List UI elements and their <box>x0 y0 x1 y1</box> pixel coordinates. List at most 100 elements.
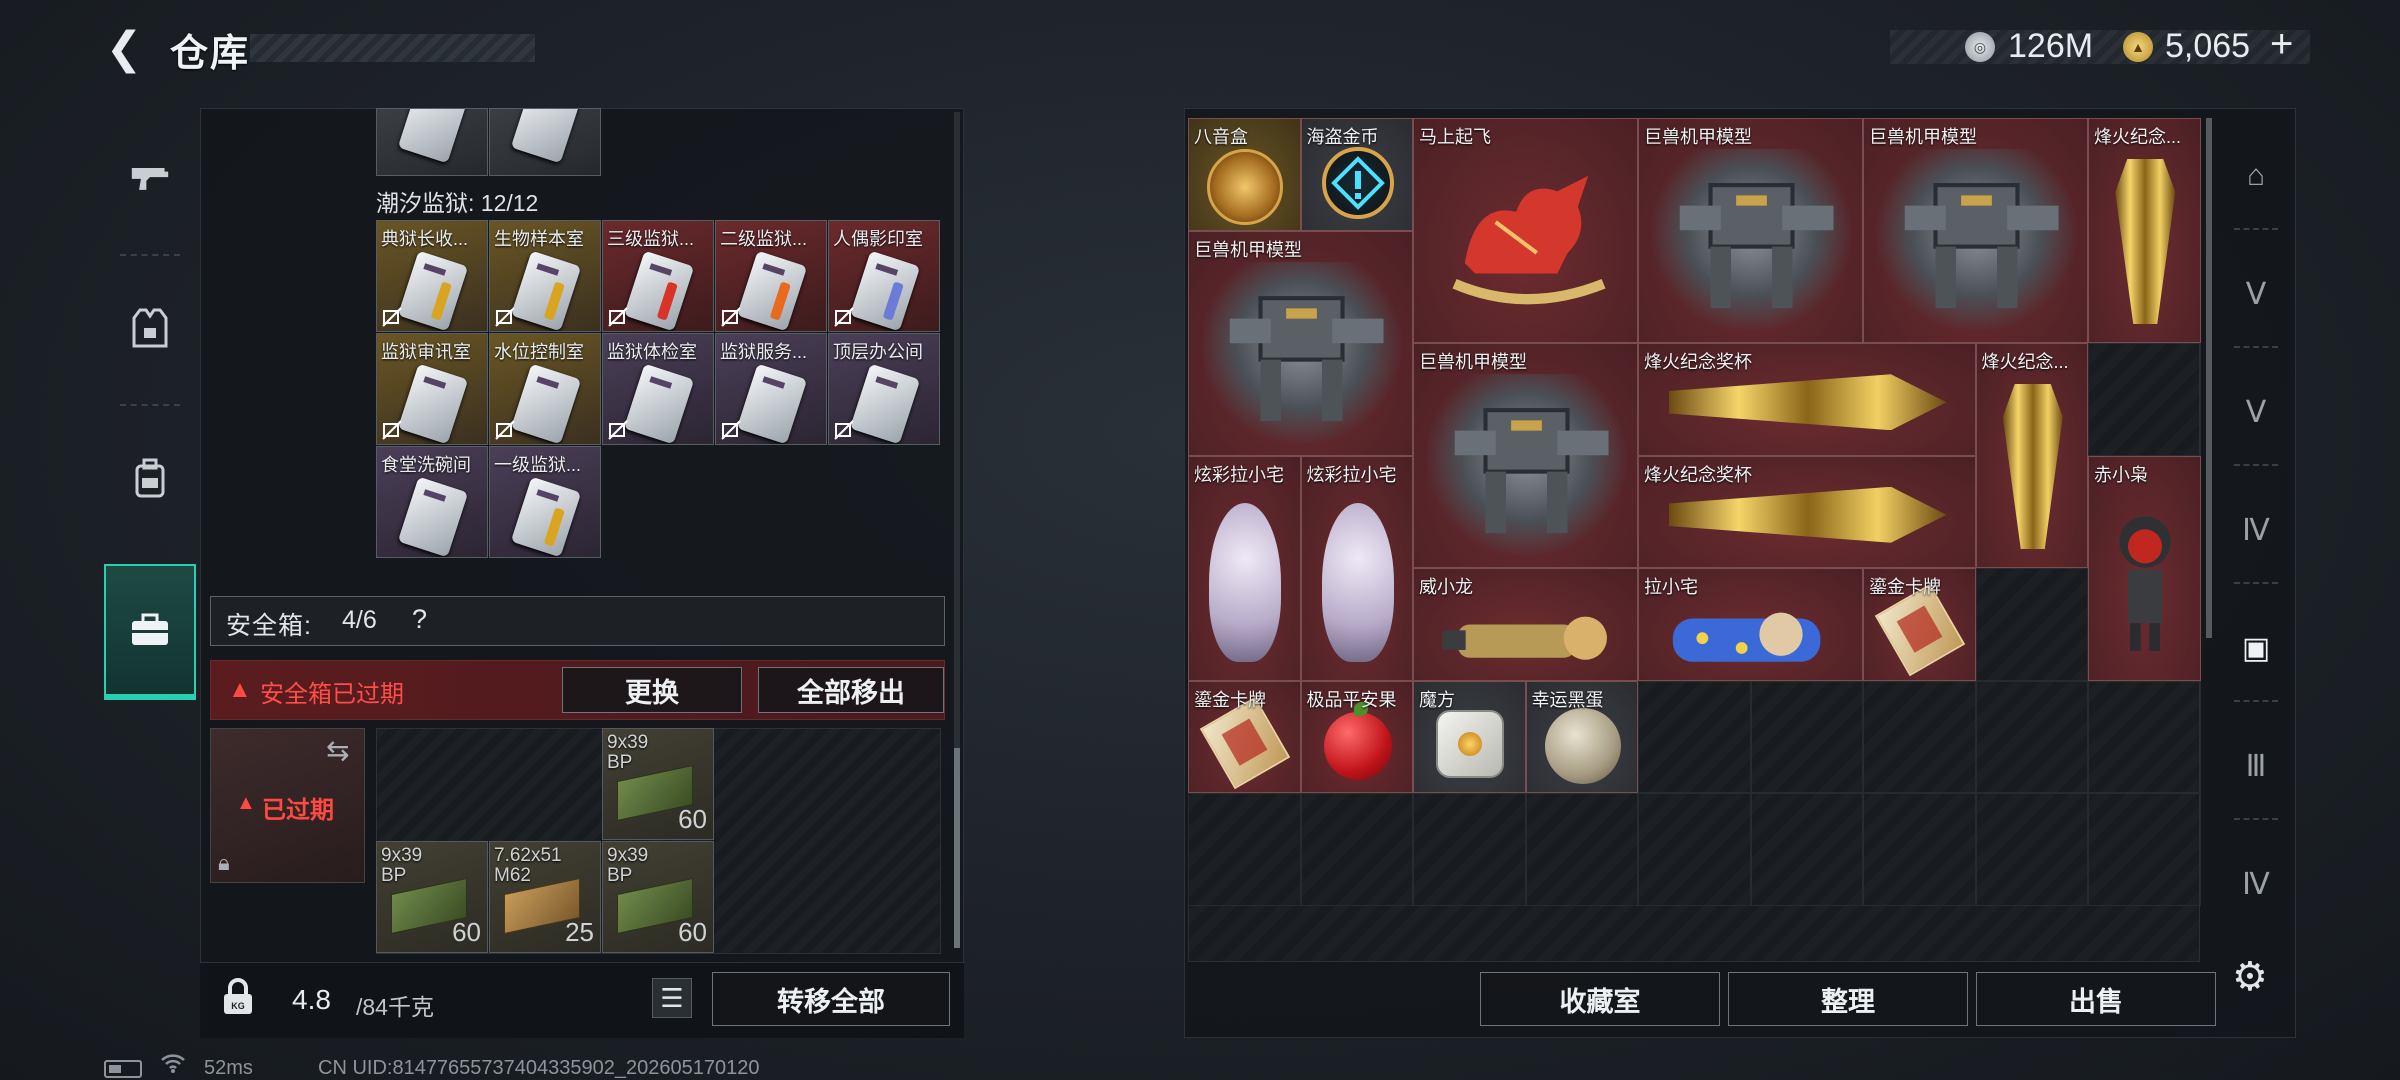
stash-item[interactable]: 魔方 <box>1413 680 1526 793</box>
svg-text:KG: KG <box>231 1001 245 1011</box>
storage-tab[interactable]: ⌂ <box>2228 148 2284 204</box>
backpack-icon <box>130 458 170 498</box>
stash-item[interactable]: 烽火纪念奖杯 <box>1638 343 1976 456</box>
stash-item[interactable]: 烽火纪念奖杯 <box>1638 455 1976 568</box>
replace-button[interactable]: 更换 <box>562 667 742 713</box>
keycard-item[interactable]: 食堂洗碗间 <box>376 446 488 558</box>
tab-armor[interactable] <box>104 258 196 398</box>
stash-item[interactable]: 八音盒 <box>1188 118 1301 231</box>
ammo-item[interactable]: 9x39 BP 60 <box>602 841 714 953</box>
collection-room-button[interactable]: 收藏室 <box>1480 972 1720 1026</box>
stash-item[interactable]: 巨兽机甲模型 <box>1863 118 2088 343</box>
empty-slot[interactable] <box>2088 793 2201 906</box>
stash-scrollbar[interactable] <box>2206 118 2212 638</box>
stash-item[interactable]: 鎏金卡牌 <box>1188 680 1301 793</box>
no-trade-icon <box>495 420 515 440</box>
keycard-item[interactable]: 典狱长收... <box>376 220 488 332</box>
empty-slot[interactable] <box>1750 680 1863 793</box>
keycard-image <box>397 476 469 557</box>
tab-divider <box>2234 346 2278 348</box>
keycard-image <box>510 363 582 444</box>
keycard-label: 监狱服务... <box>720 342 808 362</box>
ammo-item[interactable]: 7.62x51 M62 25 <box>489 841 601 953</box>
keycard-item[interactable]: 一级监狱... <box>489 446 601 558</box>
stash-item[interactable]: 幸运黑蛋 <box>1525 680 1638 793</box>
keycard-item[interactable]: 监狱体检室 <box>602 333 714 445</box>
stash-item[interactable]: 鎏金卡牌 <box>1863 568 1976 681</box>
stash-item[interactable]: 海盗金币 <box>1300 118 1413 231</box>
stash-item[interactable]: 烽火纪念... <box>2088 118 2201 343</box>
keycard-item[interactable]: 监狱审讯室 <box>376 333 488 445</box>
empty-slot[interactable] <box>1750 793 1863 906</box>
item-image <box>1424 374 1629 559</box>
item-image <box>1434 595 1619 674</box>
back-button[interactable]: ❮ <box>100 24 148 73</box>
sell-button[interactable]: 出售 <box>1976 972 2216 1026</box>
left-scrollbar-thumb[interactable] <box>954 748 960 948</box>
storage-tab[interactable]: ▣ <box>2228 620 2284 676</box>
item-image <box>1874 149 2079 334</box>
stash-item[interactable]: 炫彩拉小宅 <box>1300 455 1413 681</box>
item-label: 拉小宅 <box>1644 577 1698 597</box>
stash-item[interactable]: 威小龙 <box>1413 568 1638 681</box>
empty-slot[interactable] <box>1975 793 2088 906</box>
stash-item[interactable]: 极品平安果 <box>1300 680 1413 793</box>
gun-icon <box>130 158 170 198</box>
add-currency-button[interactable]: + <box>2270 22 2293 67</box>
empty-slot[interactable] <box>2088 343 2201 456</box>
storage-tab[interactable]: Ⅴ <box>2228 266 2284 322</box>
tab-case[interactable] <box>104 564 196 700</box>
move-all-out-button[interactable]: 全部移出 <box>758 667 944 713</box>
empty-slot[interactable] <box>1300 793 1413 906</box>
transfer-all-button[interactable]: 转移全部 <box>712 972 950 1026</box>
storage-tab[interactable]: Ⅳ <box>2228 502 2284 558</box>
stash-item[interactable]: 拉小宅 <box>1638 568 1863 681</box>
safe-box-header <box>210 596 945 646</box>
item-image <box>1669 374 1947 431</box>
empty-slot[interactable] <box>1975 680 2088 793</box>
keycard-item[interactable]: 顶层办公间 <box>828 333 940 445</box>
empty-slot[interactable] <box>1525 793 1638 906</box>
empty-slot[interactable] <box>2088 680 2201 793</box>
stash-item[interactable]: 赤小枭 <box>2088 455 2201 681</box>
stash-item[interactable]: 烽火纪念... <box>1975 343 2088 568</box>
keycard-item[interactable]: 人偶影印室 <box>828 220 940 332</box>
storage-tab[interactable]: Ⅳ <box>2228 856 2284 912</box>
no-trade-icon <box>608 307 628 327</box>
item-label: 鎏金卡牌 <box>1194 689 1266 710</box>
keycard-item[interactable]: 二级监狱... <box>715 220 827 332</box>
item-image <box>1209 502 1282 662</box>
keycard-item[interactable]: 三级监狱... <box>602 220 714 332</box>
ammo-item[interactable]: 9x39 BP 60 <box>602 728 714 840</box>
warning-icon: ▲ <box>228 676 252 703</box>
empty-slot[interactable] <box>1413 793 1526 906</box>
empty-slot[interactable] <box>1638 793 1751 906</box>
empty-slot[interactable] <box>1638 680 1751 793</box>
empty-slot[interactable] <box>1975 568 2088 681</box>
item-image <box>1436 709 1505 778</box>
keycard-partial[interactable] <box>489 108 601 176</box>
stash-item[interactable]: 巨兽机甲模型 <box>1413 343 1638 568</box>
gear-icon[interactable]: ⚙ <box>2232 954 2268 1000</box>
empty-slot[interactable] <box>1188 793 1301 906</box>
stash-item[interactable]: 巨兽机甲模型 <box>1188 230 1413 456</box>
storage-tab[interactable]: Ⅴ <box>2228 384 2284 440</box>
keycard-item[interactable]: 水位控制室 <box>489 333 601 445</box>
keycard-item[interactable]: 生物样本室 <box>489 220 601 332</box>
tab-backpack[interactable] <box>104 408 196 548</box>
storage-tab[interactable]: Ⅲ <box>2228 738 2284 794</box>
tab-weapons[interactable] <box>104 108 196 248</box>
empty-slot[interactable] <box>1863 680 1976 793</box>
keycard-partial[interactable] <box>376 108 488 176</box>
help-icon[interactable]: ? <box>412 604 427 635</box>
stash-item[interactable]: 巨兽机甲模型 <box>1638 118 1863 343</box>
stash-item[interactable]: 马上起飞 <box>1413 118 1638 343</box>
list-view-button[interactable]: ☰ <box>652 978 692 1018</box>
organize-button[interactable]: 整理 <box>1728 972 1968 1026</box>
swap-icon[interactable]: ⇆ <box>326 734 349 767</box>
ammo-item[interactable]: 9x39 BP 60 <box>376 841 488 953</box>
safe-box-capacity: 4/6 <box>342 606 377 634</box>
keycard-item[interactable]: 监狱服务... <box>715 333 827 445</box>
stash-item[interactable]: 炫彩拉小宅 <box>1188 455 1301 681</box>
empty-slot[interactable] <box>1863 793 1976 906</box>
